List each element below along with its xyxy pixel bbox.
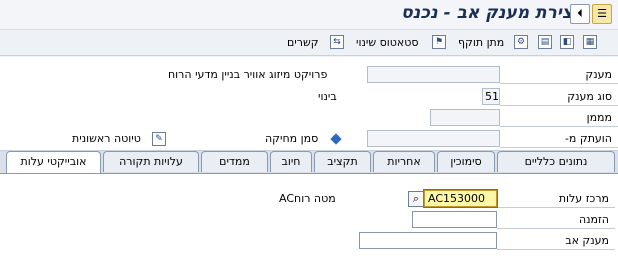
- parent-grant-label: מענק אב: [497, 232, 615, 250]
- grant-period-icon[interactable]: ⚙: [514, 35, 528, 49]
- tab-budget[interactable]: תקציב: [314, 151, 371, 172]
- grant-type-field[interactable]: 51: [482, 88, 500, 105]
- cost-center-field[interactable]: AC153000: [424, 190, 497, 207]
- status-change-button[interactable]: סטאטוס שינוי: [356, 34, 419, 52]
- tab-dimensions[interactable]: ממדים: [201, 151, 268, 172]
- draft-icon[interactable]: ✎: [152, 132, 166, 146]
- funder-field[interactable]: [430, 109, 500, 126]
- search-icon[interactable]: ⌕: [408, 191, 424, 207]
- grant-period-button[interactable]: מתן תוקף: [458, 34, 504, 52]
- order-label: הזמנה: [497, 211, 615, 229]
- tab-general-data[interactable]: נתונים כלליים: [497, 151, 615, 172]
- delete-flag-icon: [330, 133, 342, 145]
- delete-flag-label[interactable]: סמן מחיקה: [265, 130, 318, 148]
- draft-label[interactable]: טיוטה ראשונית: [72, 130, 141, 148]
- grant-type-text: בינוי: [318, 90, 337, 103]
- funder-label: מממן: [500, 109, 618, 127]
- cost-center-text: מטה רוחAC: [279, 192, 336, 205]
- status-icon[interactable]: ⚑: [432, 35, 446, 49]
- tab-references[interactable]: סימוכין: [437, 151, 495, 172]
- relationships-button[interactable]: קשרים: [287, 34, 319, 52]
- menu-icon[interactable]: ☰: [592, 4, 612, 24]
- parent-grant-field[interactable]: [359, 232, 497, 249]
- cost-center-label: מרכז עלות: [497, 190, 615, 208]
- exit-icon[interactable]: ⏴: [570, 4, 590, 24]
- grant-field[interactable]: [367, 66, 500, 83]
- grant-header: מענק פרויקט מיזוג אוויר בניין מדעי הרוח …: [0, 57, 618, 151]
- grid-icon[interactable]: ▦: [583, 35, 597, 49]
- tab-billing[interactable]: חיוב: [270, 151, 312, 172]
- cost-objects-panel: מרכז עלות AC153000 ⌕ מטה רוחAC הזמנה מענ…: [0, 173, 618, 258]
- relation-icon[interactable]: ⇆: [330, 35, 344, 49]
- navigate-icon[interactable]: ◧: [560, 35, 574, 49]
- grant-type-label: סוג מענק: [500, 88, 618, 106]
- tab-strip: נתונים כלליים סימוכין אחריות תקציב חיוב …: [0, 151, 618, 173]
- copied-from-field[interactable]: [367, 130, 500, 147]
- grant-label: מענק: [500, 66, 618, 84]
- tab-responsibility[interactable]: אחריות: [373, 151, 435, 172]
- page-title: יצירת מענק אב - נכנס: [401, 3, 578, 23]
- order-field[interactable]: [412, 211, 497, 228]
- tab-cost-objects[interactable]: אובייקטי עלות: [6, 151, 101, 173]
- title-bar: יצירת מענק אב - נכנס ☰ ⏴: [0, 0, 618, 30]
- document-icon[interactable]: ▤: [538, 35, 552, 49]
- grant-description: פרויקט מיזוג אוויר בניין מדעי הרוח: [168, 68, 328, 81]
- application-toolbar: ▦ ◧ ▤ ⚙ מתן תוקף ⚑ סטאטוס שינוי ⇆ קשרים: [0, 30, 618, 56]
- tab-overhead-costs[interactable]: עלויות תקורה: [103, 151, 199, 172]
- copied-from-label: הועתק מ-: [500, 130, 618, 148]
